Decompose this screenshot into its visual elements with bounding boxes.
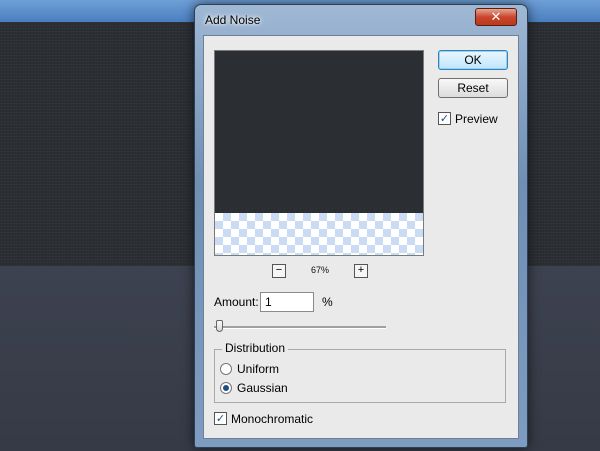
distribution-label: Distribution [222, 341, 289, 355]
ok-button[interactable]: OK [438, 50, 508, 70]
uniform-label: Uniform [237, 362, 280, 376]
monochromatic-checkbox[interactable]: ✓ [214, 412, 227, 425]
amount-label: Amount: [214, 295, 259, 309]
gaussian-radio[interactable] [220, 382, 232, 394]
dialog-title: Add Noise [205, 13, 261, 27]
preview-transparency [215, 213, 423, 255]
zoom-in-button[interactable]: + [354, 264, 368, 278]
close-button[interactable]: ✕ [475, 8, 517, 26]
zoom-level: 67% [310, 265, 329, 275]
amount-input[interactable]: 1 [260, 292, 314, 312]
amount-unit: % [322, 295, 333, 309]
dialog-titlebar[interactable]: Add Noise ✕ [195, 5, 527, 35]
zoom-in-icon: + [357, 264, 365, 276]
zoom-controls: − 67% + [214, 264, 424, 280]
dialog-content: − 67% + OK Reset ✓ Preview Amount: 1 % D… [203, 35, 519, 439]
preview-label: Preview [455, 112, 498, 126]
preview-image [215, 51, 423, 213]
uniform-radio[interactable] [220, 363, 232, 375]
amount-slider-track[interactable] [214, 326, 386, 329]
add-noise-dialog: Add Noise ✕ − 67% + OK Reset ✓ Preview A… [194, 4, 528, 448]
filter-preview[interactable] [214, 50, 424, 256]
zoom-out-icon: − [275, 264, 283, 276]
preview-checkbox[interactable]: ✓ [438, 112, 451, 125]
amount-slider-thumb[interactable] [215, 320, 223, 332]
checkmark-icon: ✓ [439, 112, 450, 125]
monochromatic-label: Monochromatic [231, 412, 314, 426]
reset-button[interactable]: Reset [438, 78, 508, 98]
close-icon: ✕ [490, 9, 502, 25]
gaussian-label: Gaussian [237, 381, 288, 395]
zoom-out-button[interactable]: − [272, 264, 286, 278]
checkmark-icon: ✓ [215, 412, 226, 425]
